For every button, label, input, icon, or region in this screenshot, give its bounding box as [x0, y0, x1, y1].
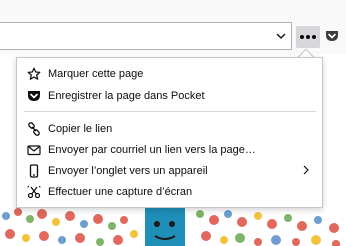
chevron-down-icon[interactable] — [273, 28, 289, 44]
chevron-right-icon — [301, 165, 311, 175]
screenshot-icon — [26, 184, 42, 200]
menu-item-label: Copier le lien — [48, 122, 113, 135]
mail-icon — [26, 142, 42, 158]
star-icon — [26, 66, 42, 82]
page-actions-button[interactable] — [296, 26, 320, 48]
menu-item-save-to-pocket[interactable]: Enregistrer la page dans Pocket — [17, 85, 322, 106]
page-actions-panel: Marquer cette page Enregistrer la page d… — [16, 57, 323, 208]
link-icon — [26, 121, 42, 137]
menu-item-copy-link[interactable]: Copier le lien — [17, 118, 322, 139]
pocket-toolbar-button[interactable] — [323, 27, 341, 45]
menu-item-label: Envoyer par courriel un lien vers la pag… — [48, 143, 256, 156]
browser-toolbar — [0, 0, 346, 54]
menu-item-send-tab-to-device[interactable]: Envoyer l’onglet vers un appareil — [17, 160, 322, 181]
menu-separator — [24, 111, 316, 112]
menu-item-label: Marquer cette page — [48, 67, 144, 80]
menu-item-label: Effectuer une capture d’écran — [48, 185, 193, 198]
dot-icon — [306, 35, 310, 39]
dot-icon — [300, 35, 304, 39]
menu-item-label: Envoyer l’onglet vers un appareil — [48, 164, 208, 177]
menu-item-label: Enregistrer la page dans Pocket — [48, 89, 205, 102]
pocket-icon — [326, 31, 338, 41]
menu-item-bookmark[interactable]: Marquer cette page — [17, 63, 322, 84]
menu-item-take-screenshot[interactable]: Effectuer une capture d’écran — [17, 181, 322, 202]
device-icon — [26, 163, 42, 179]
dot-icon — [312, 35, 316, 39]
url-bar[interactable] — [0, 22, 292, 50]
menu-item-email-link[interactable]: Envoyer par courriel un lien vers la pag… — [17, 139, 322, 160]
pocket-icon — [26, 88, 42, 104]
